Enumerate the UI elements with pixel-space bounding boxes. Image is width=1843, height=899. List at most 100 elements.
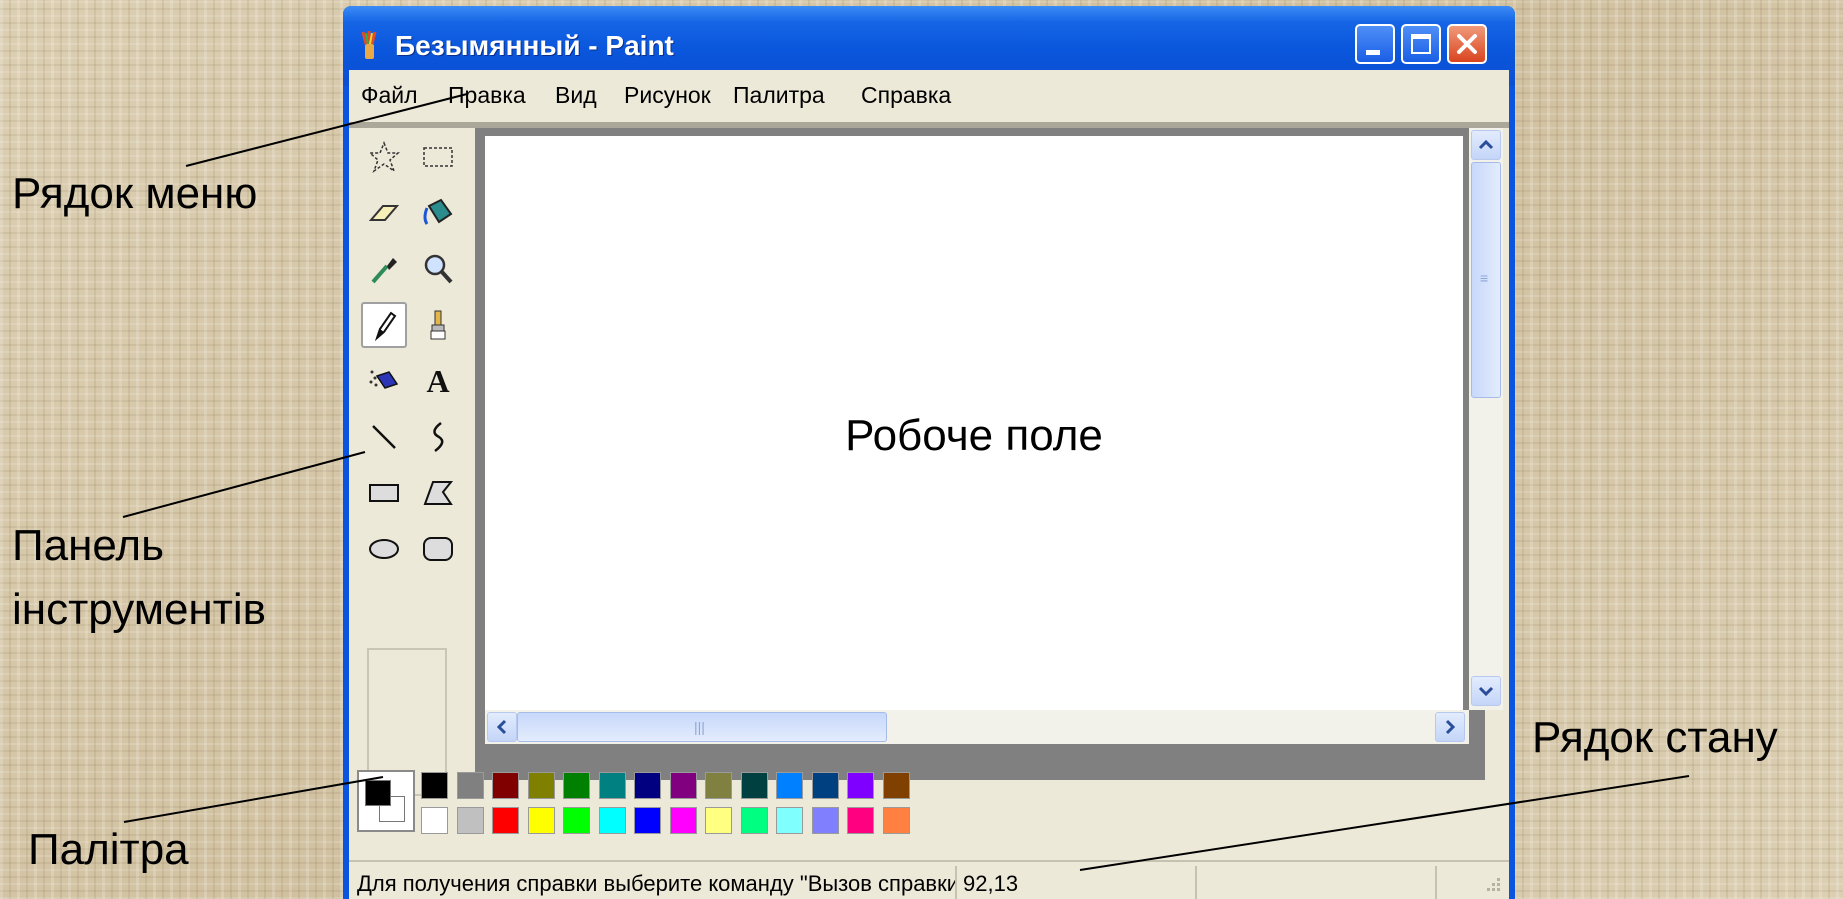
status-divider (1435, 866, 1437, 899)
tool-text[interactable]: A (415, 358, 461, 404)
color-swatch[interactable] (598, 807, 626, 834)
vertical-scrollbar[interactable]: ≡ (1469, 128, 1503, 710)
scroll-left-button[interactable] (487, 712, 517, 742)
text-icon: A (426, 362, 450, 399)
color-swatch[interactable] (421, 772, 448, 799)
chevron-up-icon (1478, 139, 1494, 150)
color-swatch[interactable] (740, 807, 768, 834)
horizontal-scrollbar[interactable]: ||| (485, 710, 1469, 744)
scroll-right-button[interactable] (1435, 712, 1465, 742)
color-swatch[interactable] (634, 772, 661, 799)
color-swatch[interactable] (705, 772, 732, 799)
close-icon (1457, 34, 1477, 54)
menu-file[interactable]: Файл (361, 80, 418, 110)
chevron-right-icon (1445, 719, 1456, 735)
color-swatch[interactable] (811, 772, 839, 799)
maximize-button[interactable] (1401, 24, 1441, 64)
color-swatch[interactable] (705, 807, 732, 834)
menu-colors[interactable]: Палитра (733, 80, 825, 110)
grip-icon: ≡ (1480, 270, 1489, 286)
tool-airbrush[interactable] (361, 358, 407, 404)
tool-rectangle[interactable] (361, 470, 407, 516)
brush-icon (430, 310, 446, 340)
color-swatch[interactable] (527, 807, 555, 834)
tool-polygon[interactable] (415, 470, 461, 516)
tool-ellipse[interactable] (361, 526, 407, 572)
polygon-icon (423, 481, 454, 505)
menu-image[interactable]: Рисунок (624, 80, 711, 110)
fill-bucket-icon (423, 198, 453, 225)
chevron-down-icon (1478, 686, 1494, 697)
tool-color-picker[interactable] (361, 246, 407, 292)
tool-brush[interactable] (415, 302, 461, 348)
window-title: Безымянный - Paint (395, 30, 674, 61)
toolbox: A (361, 134, 463, 796)
ellipse-icon (369, 539, 399, 559)
color-swatch[interactable] (527, 772, 555, 799)
color-swatch[interactable] (776, 772, 803, 799)
magnifier-icon (424, 254, 453, 284)
rounded-rectangle-icon (423, 537, 453, 561)
grip-icon: ||| (694, 719, 705, 735)
rectangle-icon (369, 484, 399, 502)
foreground-color[interactable] (365, 780, 391, 806)
color-swatch[interactable] (776, 807, 803, 834)
menu-view[interactable]: Вид (555, 80, 597, 110)
callout-status-bar: Рядок стану (1532, 713, 1778, 762)
curve-icon (433, 422, 444, 452)
callout-menu-bar: Рядок меню (12, 169, 258, 218)
color-swatch[interactable] (669, 807, 697, 834)
tool-line[interactable] (361, 414, 407, 460)
status-bar: Для получения справки выберите команду "… (349, 860, 1509, 899)
line-icon (372, 425, 396, 449)
color-swatch[interactable] (847, 772, 874, 799)
tool-magnifier[interactable] (415, 246, 461, 292)
menu-edit[interactable]: Правка (448, 80, 526, 110)
color-swatch[interactable] (456, 807, 484, 834)
color-swatch[interactable] (456, 772, 484, 799)
color-swatch[interactable] (634, 807, 661, 834)
color-swatch[interactable] (598, 772, 626, 799)
close-button[interactable] (1447, 24, 1487, 64)
callout-palette: Палітра (28, 825, 189, 874)
pencil-icon (374, 311, 397, 342)
minimize-icon (1366, 50, 1380, 55)
rect-select-icon (423, 147, 453, 167)
drawing-canvas[interactable]: Робоче поле (485, 136, 1463, 710)
paint-window: Безымянный - Paint Файл Правка Вид Рисун… (343, 6, 1515, 899)
menu-bar: Файл Правка Вид Рисунок Палитра Справка (349, 70, 1509, 120)
color-swatch[interactable] (492, 807, 519, 834)
scroll-down-button[interactable] (1471, 676, 1501, 706)
color-palette (349, 760, 1509, 870)
scroll-up-button[interactable] (1471, 130, 1501, 160)
color-swatch[interactable] (882, 807, 910, 834)
color-swatch[interactable] (492, 772, 519, 799)
color-swatch[interactable] (421, 807, 448, 834)
tool-rounded-rectangle[interactable] (415, 526, 461, 572)
resize-grip-icon[interactable] (1481, 874, 1503, 896)
callout-toolbox-line2: інструментів (12, 585, 267, 634)
chevron-left-icon (496, 719, 507, 735)
color-swatch[interactable] (847, 807, 874, 834)
color-swatch[interactable] (563, 807, 590, 834)
tool-eraser[interactable] (361, 190, 407, 236)
color-swatch[interactable] (882, 772, 910, 799)
leader-line-toolbox (122, 451, 366, 518)
window-client: Файл Правка Вид Рисунок Палитра Справка (349, 70, 1509, 899)
vertical-scroll-thumb[interactable]: ≡ (1471, 162, 1501, 398)
tool-rect-select[interactable] (415, 134, 461, 180)
callout-toolbox-line1: Панель (12, 521, 165, 570)
menu-help[interactable]: Справка (861, 80, 951, 110)
tool-curve[interactable] (415, 414, 461, 460)
horizontal-scroll-thumb[interactable]: ||| (517, 712, 887, 742)
tool-fill[interactable] (415, 190, 461, 236)
tool-pencil[interactable] (361, 302, 407, 348)
tool-free-form-select[interactable] (361, 134, 407, 180)
minimize-button[interactable] (1355, 24, 1395, 64)
color-swatch[interactable] (811, 807, 839, 834)
paint-app-icon (361, 31, 377, 59)
color-swatch[interactable] (563, 772, 590, 799)
color-swatch[interactable] (669, 772, 697, 799)
color-swatch[interactable] (740, 772, 768, 799)
status-message: Для получения справки выберите команду "… (357, 871, 955, 896)
